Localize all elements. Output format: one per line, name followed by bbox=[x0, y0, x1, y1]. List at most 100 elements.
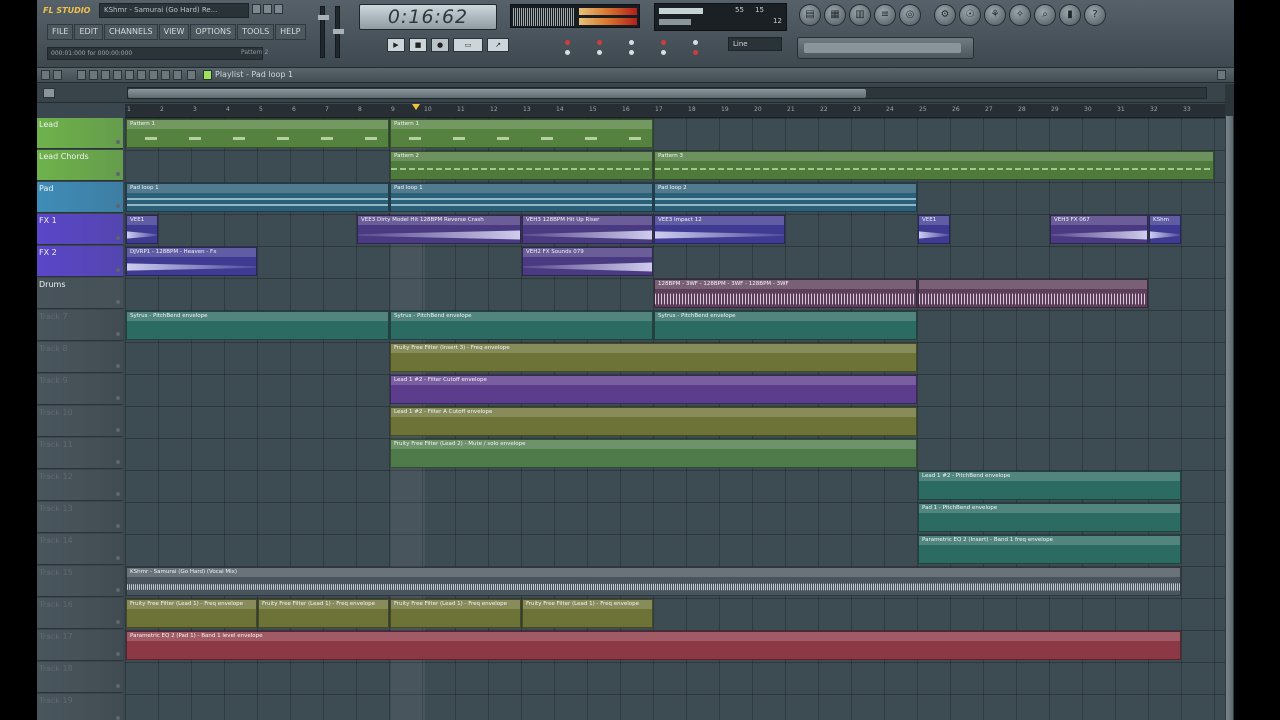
menu-options[interactable]: OPTIONS bbox=[190, 24, 237, 40]
draw-tool-icon[interactable] bbox=[77, 70, 86, 80]
track-header-12[interactable]: Track 12 bbox=[37, 470, 123, 501]
horizontal-scrollbar[interactable] bbox=[127, 87, 1207, 99]
master-volume-slider[interactable] bbox=[318, 6, 329, 58]
track-header-1[interactable]: Lead bbox=[37, 118, 123, 149]
play-button[interactable]: ▶ bbox=[387, 38, 405, 52]
playlist-clip[interactable]: Fruity Free Filter (Lead 1) - Freq envel… bbox=[126, 599, 257, 628]
save-button[interactable]: ⌕ bbox=[1034, 4, 1056, 26]
track-header-17[interactable]: Track 17 bbox=[37, 630, 123, 661]
online-button[interactable]: ☉ bbox=[959, 4, 981, 26]
playlist-clip[interactable]: Lead 1 #2 - PitchBend envelope bbox=[918, 471, 1181, 500]
playlist-snap-icon[interactable] bbox=[53, 70, 62, 80]
track-header-2[interactable]: Lead Chords bbox=[37, 150, 123, 181]
slice-tool-icon[interactable] bbox=[137, 70, 146, 80]
mute-tool-icon[interactable] bbox=[113, 70, 122, 80]
track-header-8[interactable]: Track 8 bbox=[37, 342, 123, 373]
playlist-clip[interactable]: VEH3 128BPM Hit Up Riser bbox=[522, 215, 653, 244]
track-mute-led[interactable] bbox=[116, 364, 120, 368]
track-mute-led[interactable] bbox=[116, 204, 120, 208]
menu-edit[interactable]: EDIT bbox=[74, 24, 103, 40]
playlist-clip[interactable]: VEH2 FX Sounds 079 bbox=[522, 247, 653, 276]
playlist-clip[interactable]: Sytrus - PitchBend envelope bbox=[390, 311, 653, 340]
track-header-10[interactable]: Track 10 bbox=[37, 406, 123, 437]
track-header-7[interactable]: Track 7 bbox=[37, 310, 123, 341]
recording-input-select[interactable]: Line bbox=[728, 37, 782, 51]
track-mute-led[interactable] bbox=[116, 620, 120, 624]
render-button[interactable]: ⚘ bbox=[984, 4, 1006, 26]
zoom-tool-icon[interactable] bbox=[161, 70, 170, 80]
minimize-icon[interactable] bbox=[252, 4, 261, 14]
track-mute-led[interactable] bbox=[116, 556, 120, 560]
scrollbar-thumb[interactable] bbox=[128, 89, 866, 98]
playback-tool-icon[interactable] bbox=[173, 70, 182, 80]
playlist-clip[interactable]: VEE1 bbox=[126, 215, 158, 244]
track-mute-led[interactable] bbox=[116, 140, 120, 144]
playlist-clip[interactable]: KShm bbox=[1149, 215, 1181, 244]
plugin-picker-button[interactable]: ⚙ bbox=[934, 4, 956, 26]
playlist-clip[interactable]: DJVRP1 - 128BPM - Heaven - Fx bbox=[126, 247, 257, 276]
piano-roll-button[interactable]: ▦ bbox=[824, 4, 846, 26]
track-mute-led[interactable] bbox=[116, 492, 120, 496]
track-mute-led[interactable] bbox=[116, 460, 120, 464]
playlist-clip[interactable]: Fruity Free Filter (Insert 3) - Freq env… bbox=[390, 343, 917, 372]
tempo-display[interactable]: ▭ bbox=[453, 38, 483, 52]
track-mute-led[interactable] bbox=[116, 332, 120, 336]
track-header-19[interactable]: Track 19 bbox=[37, 694, 123, 720]
detach-icon[interactable] bbox=[1217, 70, 1226, 80]
track-header-14[interactable]: Track 14 bbox=[37, 534, 123, 565]
playlist-clip[interactable]: Sytrus - PitchBend envelope bbox=[126, 311, 389, 340]
playlist-clip[interactable]: VEH3 FX 067 bbox=[1050, 215, 1148, 244]
track-mute-led[interactable] bbox=[116, 268, 120, 272]
mixer-button[interactable]: ≡ bbox=[874, 4, 896, 26]
track-header-5[interactable]: FX 2 bbox=[37, 246, 123, 277]
track-header-15[interactable]: Track 15 bbox=[37, 566, 123, 597]
track-header-16[interactable]: Track 16 bbox=[37, 598, 123, 629]
playlist-clip[interactable]: Fruity Free Filter (Lead 1) - Freq envel… bbox=[522, 599, 653, 628]
playlist-clip[interactable]: Pad loop 1 bbox=[126, 183, 389, 212]
track-mute-led[interactable] bbox=[116, 300, 120, 304]
track-mute-led[interactable] bbox=[116, 524, 120, 528]
help-button[interactable]: ? bbox=[1084, 4, 1106, 26]
pattern-selector[interactable]: Pattern 2 bbox=[241, 47, 287, 60]
channel-rack-button[interactable]: ▥ bbox=[849, 4, 871, 26]
playlist-clip[interactable]: Pad 1 - PitchBend envelope bbox=[918, 503, 1181, 532]
playlist-clip[interactable] bbox=[918, 279, 1148, 308]
vertical-scrollbar-thumb[interactable] bbox=[1226, 116, 1233, 720]
browser-search-bar[interactable] bbox=[797, 37, 974, 59]
playlist-clip[interactable]: Parametric EQ 2 (Pad 1) - Band 1 level e… bbox=[126, 631, 1181, 660]
record-button[interactable]: ● bbox=[431, 38, 449, 52]
playlist-menu-icon[interactable] bbox=[41, 70, 50, 80]
menu-help[interactable]: HELP bbox=[275, 24, 306, 40]
playlist-clip[interactable]: Pattern 1 bbox=[390, 119, 653, 148]
browser-button[interactable]: ◎ bbox=[899, 4, 921, 26]
record-arrange-icon[interactable] bbox=[187, 70, 196, 80]
track-header-6[interactable]: Drums bbox=[37, 278, 123, 309]
playlist-clip[interactable]: Lead 1 #2 - Filter Cutoff envelope bbox=[390, 375, 917, 404]
playlist-clip[interactable]: Fruity Free Filter (Lead 1) - Freq envel… bbox=[390, 599, 521, 628]
playlist-clip[interactable]: Lead 1 #2 - Filter A Cutoff envelope bbox=[390, 407, 917, 436]
close-icon[interactable] bbox=[274, 4, 283, 14]
menu-file[interactable]: FILE bbox=[47, 24, 74, 40]
paint-tool-icon[interactable] bbox=[89, 70, 98, 80]
playlist-clip[interactable]: Pad loop 1 bbox=[390, 183, 653, 212]
playlist-grid[interactable]: Pattern 1 Pattern 1 Pattern 2 Pattern 3 Pad … bbox=[125, 118, 1225, 720]
track-header-3[interactable]: Pad bbox=[37, 182, 123, 213]
track-mute-led[interactable] bbox=[116, 172, 120, 176]
menu-tools[interactable]: TOOLS bbox=[237, 24, 275, 40]
menu-view[interactable]: VIEW bbox=[158, 24, 190, 40]
track-mute-led[interactable] bbox=[116, 396, 120, 400]
playlist-clip[interactable]: Pad loop 2 bbox=[654, 183, 917, 212]
track-header-4[interactable]: FX 1 bbox=[37, 214, 123, 245]
playlist-clip[interactable]: Sytrus - PitchBend envelope bbox=[654, 311, 917, 340]
maximize-icon[interactable] bbox=[263, 4, 272, 14]
track-mute-led[interactable] bbox=[116, 716, 120, 720]
pattern-indicator-icon[interactable] bbox=[203, 70, 212, 80]
playlist-clip[interactable]: Pattern 3 bbox=[654, 151, 1214, 180]
track-header-18[interactable]: Track 18 bbox=[37, 662, 123, 693]
lock-icon[interactable]: ▮ bbox=[1059, 4, 1081, 26]
select-tool-icon[interactable] bbox=[149, 70, 158, 80]
track-header-9[interactable]: Track 9 bbox=[37, 374, 123, 405]
playlist-clip[interactable]: Parametric EQ 2 (Insert) - Band 1 freq e… bbox=[918, 535, 1181, 564]
menu-channels[interactable]: CHANNELS bbox=[103, 24, 158, 40]
playlist-clip[interactable]: KShmr - Samurai (Go Hard) (Vocal Mix) bbox=[126, 567, 1181, 596]
